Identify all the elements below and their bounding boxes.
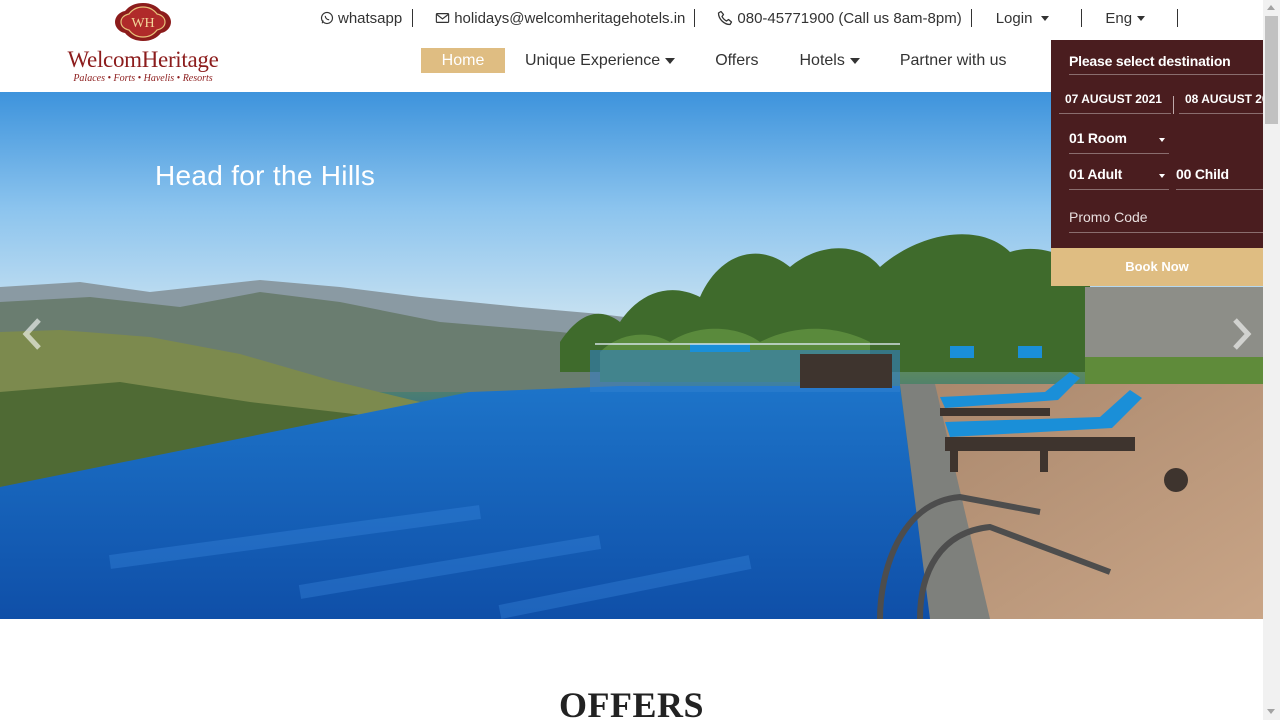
logo-name: WelcomHeritage bbox=[67, 47, 219, 72]
phone-number: 080-45771900 (Call us 8am-8pm) bbox=[737, 9, 962, 27]
adults-select[interactable]: 01 Adult bbox=[1069, 166, 1169, 190]
check-out-date[interactable]: 08 AUGUST 2021 bbox=[1179, 92, 1263, 114]
language-dropdown[interactable]: Eng bbox=[1105, 8, 1146, 28]
nav-hotels[interactable]: Hotels bbox=[799, 48, 860, 73]
scroll-thumb[interactable] bbox=[1265, 16, 1278, 124]
phone-icon bbox=[718, 10, 733, 26]
check-in-date[interactable]: 07 AUGUST 2021 bbox=[1059, 92, 1171, 114]
caret-down-icon bbox=[665, 57, 676, 64]
logo[interactable]: WH WelcomHeritage Palaces • Forts • Have… bbox=[62, 2, 224, 84]
scroll-down-icon[interactable] bbox=[1267, 709, 1275, 714]
scroll-up-icon[interactable] bbox=[1267, 5, 1275, 10]
whatsapp-link[interactable]: whatsapp bbox=[320, 8, 402, 28]
caret-down-icon bbox=[1137, 15, 1146, 21]
login-label: Login bbox=[995, 9, 1033, 27]
nav-home[interactable]: Home bbox=[421, 48, 505, 73]
nav-offers[interactable]: Offers bbox=[715, 48, 758, 73]
children-select[interactable]: 00 Child bbox=[1176, 166, 1263, 190]
destination-select[interactable]: Please select destination bbox=[1069, 53, 1263, 75]
carousel-prev-icon[interactable] bbox=[19, 317, 49, 351]
date-divider bbox=[1173, 96, 1174, 114]
whatsapp-icon bbox=[320, 11, 334, 25]
nav-offers-label: Offers bbox=[715, 52, 759, 69]
rooms-select[interactable]: 01 Room bbox=[1069, 130, 1169, 154]
envelope-icon bbox=[436, 13, 450, 23]
topbar-divider bbox=[1081, 9, 1083, 27]
logo-monogram: WH bbox=[131, 16, 154, 31]
rooms-value: 01 Room bbox=[1069, 130, 1127, 146]
caret-down-icon bbox=[1041, 15, 1050, 21]
offers-heading: OFFERS bbox=[558, 685, 704, 720]
language-label: Eng bbox=[1105, 9, 1133, 27]
caret-down-icon bbox=[849, 57, 860, 64]
nav-partner-label: Partner with us bbox=[899, 52, 1007, 69]
whatsapp-label: whatsapp bbox=[338, 9, 403, 27]
topbar-divider bbox=[412, 9, 414, 27]
adults-value: 01 Adult bbox=[1069, 166, 1123, 182]
top-contact-bar: whatsapp holidays@welcomheritagehotels.i… bbox=[320, 8, 1179, 28]
children-value: 00 Child bbox=[1176, 166, 1229, 182]
promo-code-input[interactable]: Promo Code bbox=[1069, 209, 1263, 233]
nav-unique-experience[interactable]: Unique Experience bbox=[525, 48, 676, 73]
caret-down-icon bbox=[1159, 138, 1165, 142]
logo-tagline: Palaces • Forts • Havelis • Resorts bbox=[73, 73, 213, 84]
nav-home-label: Home bbox=[441, 52, 485, 69]
book-now-button[interactable]: Book Now bbox=[1051, 248, 1263, 286]
email-address: holidays@welcomheritagehotels.in bbox=[454, 9, 686, 27]
booking-widget: Please select destination 07 AUGUST 2021… bbox=[1051, 40, 1263, 286]
email-link[interactable]: holidays@welcomheritagehotels.in bbox=[435, 8, 685, 28]
nav-partner[interactable]: Partner with us bbox=[900, 48, 1007, 73]
topbar-divider bbox=[1177, 9, 1179, 27]
topbar-divider bbox=[970, 9, 972, 27]
topbar-divider bbox=[694, 9, 696, 27]
page-scrollbar[interactable] bbox=[1263, 0, 1280, 720]
hero-slide-title: Head for the Hills bbox=[155, 160, 376, 191]
phone-link[interactable]: 080-45771900 (Call us 8am-8pm) bbox=[717, 8, 962, 28]
main-nav: Home Unique Experience Offers Hotels Par… bbox=[421, 48, 1007, 73]
nav-unique-experience-label: Unique Experience bbox=[525, 52, 661, 69]
nav-hotels-label: Hotels bbox=[799, 52, 845, 69]
carousel-next-icon[interactable] bbox=[1226, 317, 1256, 351]
caret-down-icon bbox=[1159, 174, 1165, 178]
logo-emblem-icon: WH bbox=[115, 3, 171, 41]
login-dropdown[interactable]: Login bbox=[996, 8, 1050, 28]
